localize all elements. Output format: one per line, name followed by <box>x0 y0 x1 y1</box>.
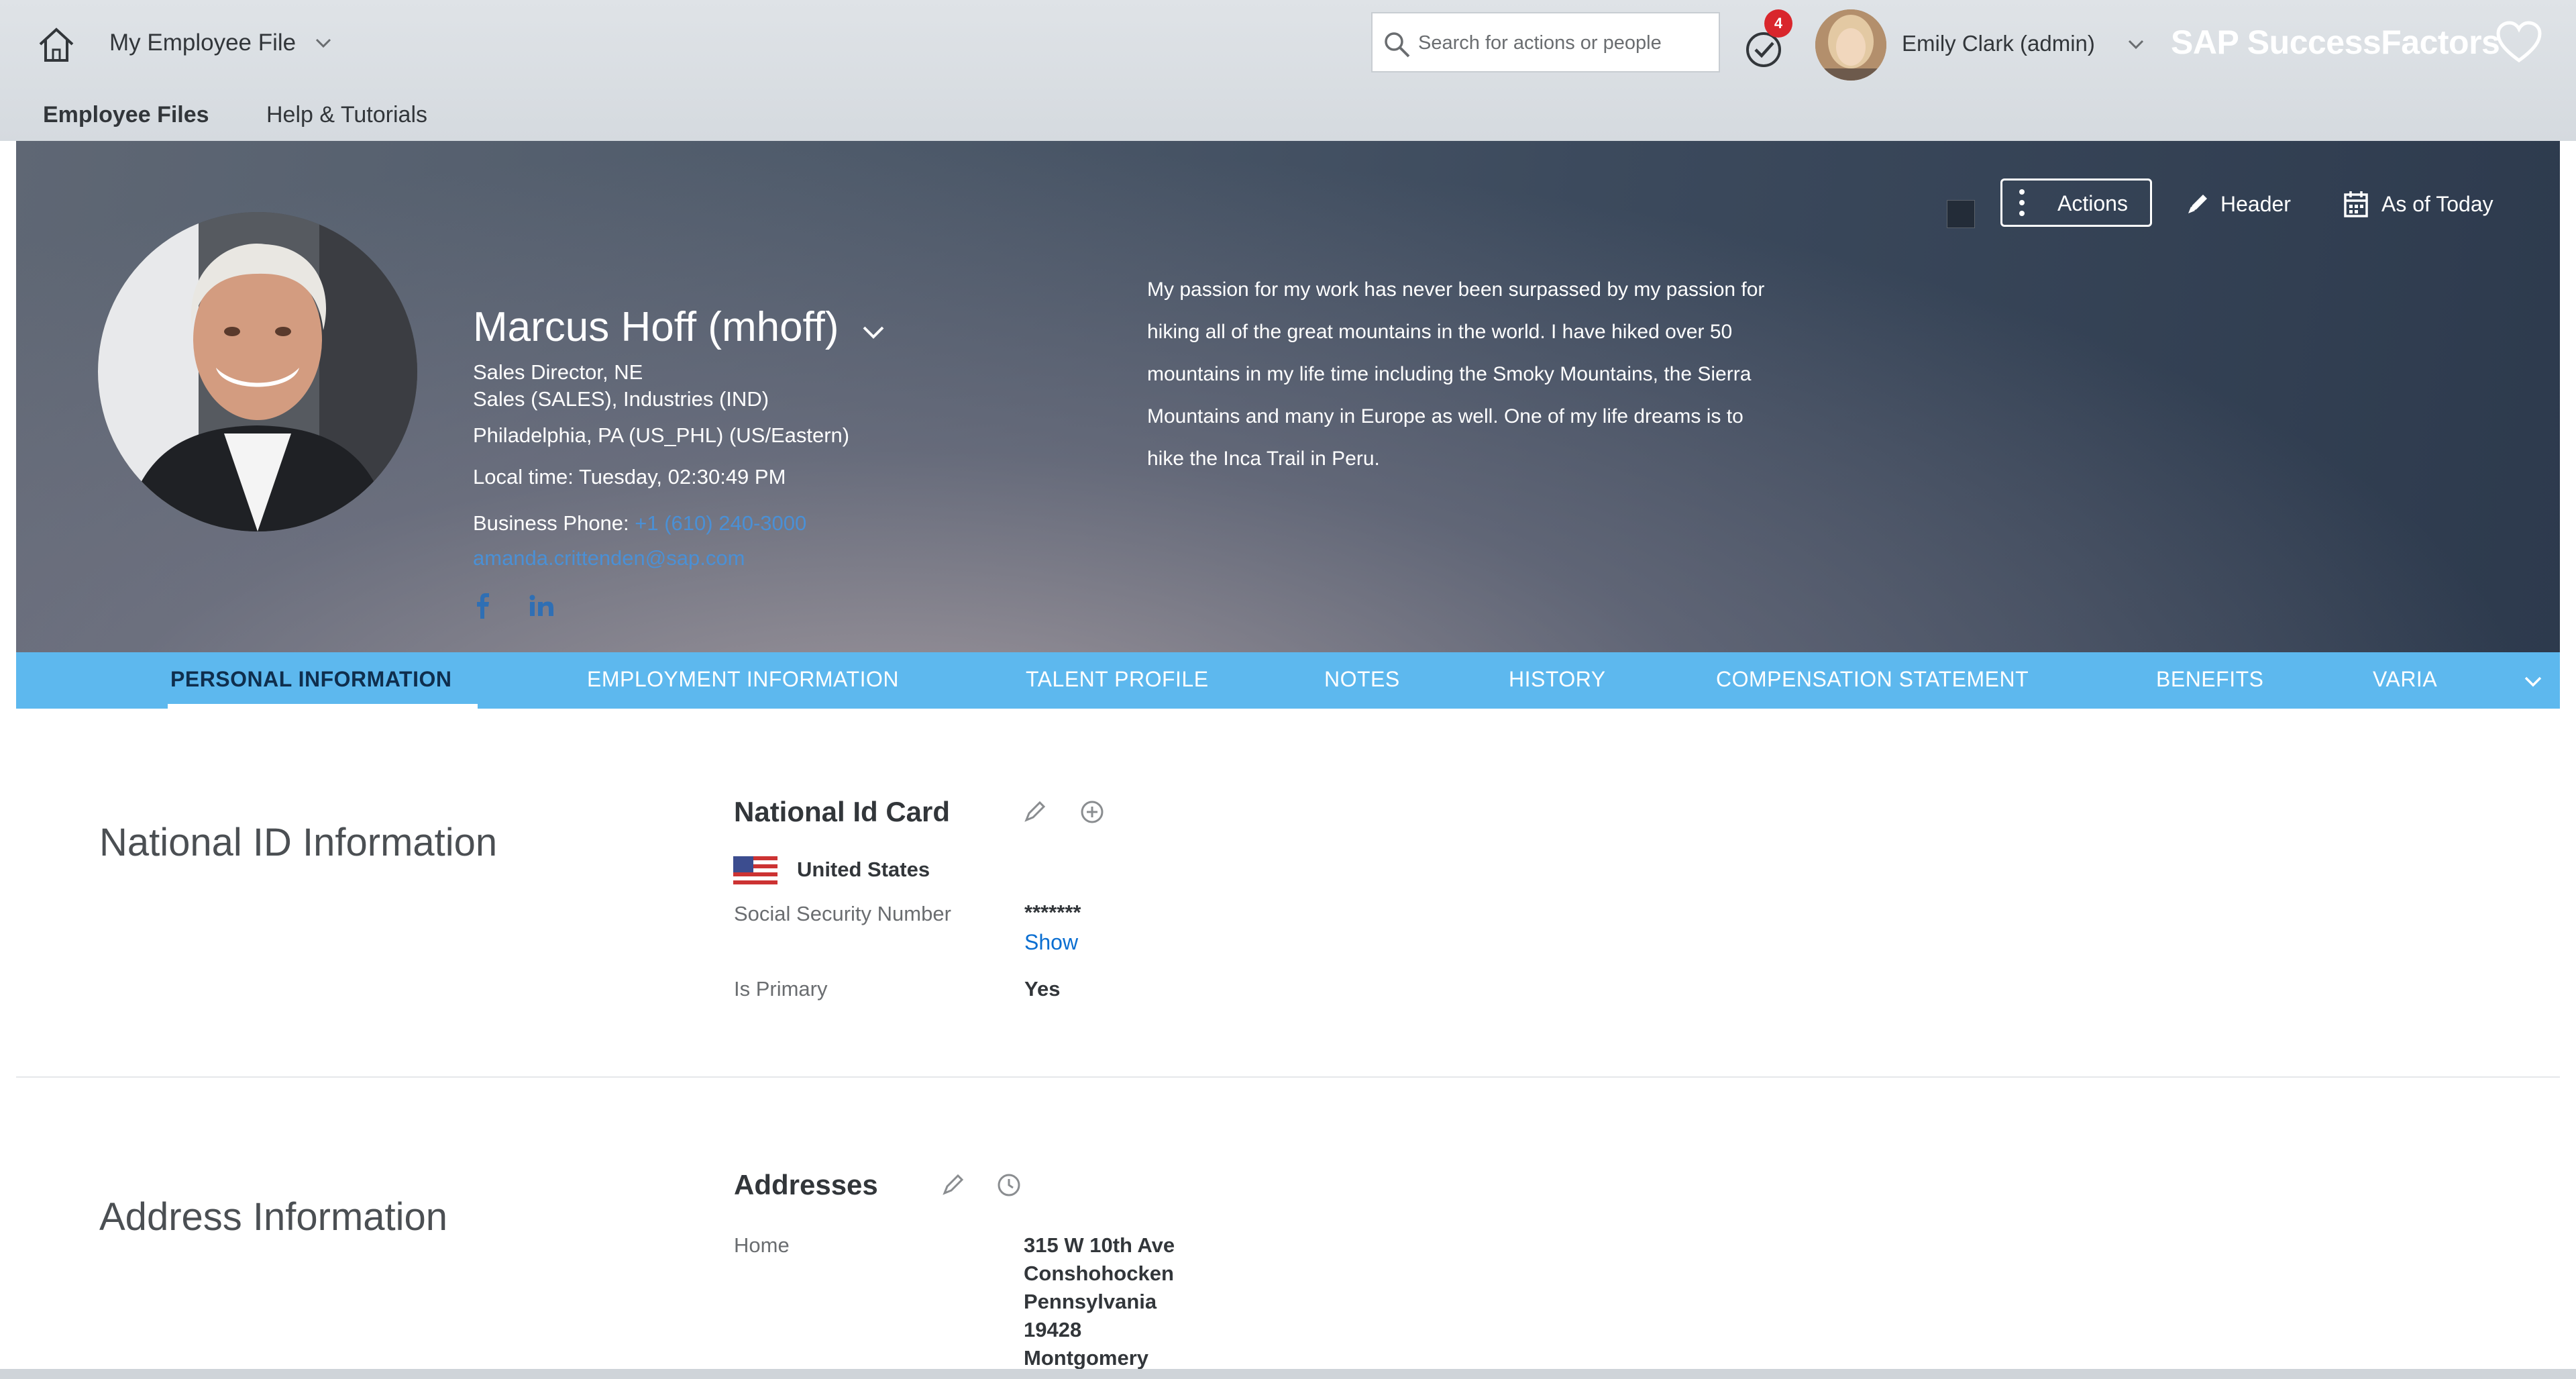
facebook-icon[interactable] <box>472 592 492 619</box>
linkedin-icon[interactable] <box>529 595 555 617</box>
phone-label: Business Phone: <box>473 511 629 535</box>
pencil-icon[interactable] <box>1021 799 1048 825</box>
phone-link[interactable]: +1 (610) 240-3000 <box>635 511 806 535</box>
header-label: Header <box>2220 192 2291 216</box>
chevron-down-icon[interactable] <box>859 317 888 346</box>
ssn-value: ******* <box>1024 901 1081 924</box>
notification-badge: 4 <box>1764 9 1792 38</box>
shell-bar: My Employee File 4 Emily Clark (admin) S… <box>0 0 2576 141</box>
window-bottom-edge <box>0 1369 2576 1379</box>
tab-notes[interactable]: NOTES <box>1324 667 1400 692</box>
address-line: Conshohocken <box>1024 1262 1174 1285</box>
search-field[interactable] <box>1371 12 1720 72</box>
tab-history[interactable]: HISTORY <box>1509 667 1606 692</box>
subnav-help-tutorials[interactable]: Help & Tutorials <box>266 102 427 128</box>
pencil-icon <box>2188 195 2207 213</box>
active-tab-indicator <box>168 704 478 709</box>
employee-location: Philadelphia, PA (US_PHL) (US/Eastern) <box>473 423 850 447</box>
show-ssn-link[interactable]: Show <box>1024 930 1078 955</box>
employee-job-title: Sales Director, NE <box>473 360 643 384</box>
chevron-down-icon[interactable] <box>314 34 333 52</box>
national-id-section-title: National ID Information <box>99 821 498 864</box>
add-icon[interactable] <box>1079 799 1106 825</box>
section-tabs: PERSONAL INFORMATION EMPLOYMENT INFORMAT… <box>16 652 2560 709</box>
history-icon[interactable] <box>996 1172 1022 1198</box>
tab-compensation-statement[interactable]: COMPENSATION STATEMENT <box>1716 667 2029 692</box>
employee-phone-row: Business Phone: +1 (610) 240-3000 <box>473 511 806 535</box>
chevron-down-icon[interactable] <box>2521 670 2545 694</box>
address-line: Montgomery <box>1024 1346 1148 1370</box>
tab-benefits[interactable]: BENEFITS <box>2156 667 2263 692</box>
brand-logo: SAP SuccessFactors <box>2171 23 2500 61</box>
address-section-title: Address Information <box>99 1195 448 1239</box>
address-line: Pennsylvania <box>1024 1290 1157 1313</box>
app-title[interactable]: My Employee File <box>109 30 296 56</box>
is-primary-value: Yes <box>1024 977 1061 1001</box>
pencil-icon[interactable] <box>939 1172 966 1198</box>
home-icon[interactable] <box>35 24 78 66</box>
more-vertical-icon <box>2019 189 2025 216</box>
national-id-card-title: National Id Card <box>734 796 951 827</box>
heart-icon[interactable] <box>2496 20 2542 64</box>
employee-department: Sales (SALES), Industries (IND) <box>473 387 769 411</box>
expand-header-icon[interactable] <box>1947 200 1975 228</box>
employee-photo <box>98 212 417 531</box>
profile-header: Actions Header As of Today Marcus Hoff (… <box>16 141 2560 652</box>
as-of-label: As of Today <box>2381 192 2493 216</box>
actions-button[interactable]: Actions <box>2000 178 2152 227</box>
tab-employment-information[interactable]: EMPLOYMENT INFORMATION <box>587 667 899 692</box>
tab-varia[interactable]: VARIA <box>2373 667 2437 692</box>
email-link[interactable]: amanda.crittenden@sap.com <box>473 546 745 570</box>
tab-personal-information[interactable]: PERSONAL INFORMATION <box>170 667 451 692</box>
calendar-icon <box>2344 191 2368 217</box>
employee-name[interactable]: Marcus Hoff (mhoff) <box>473 303 839 351</box>
search-input[interactable] <box>1417 13 1715 72</box>
addresses-card-title: Addresses <box>734 1169 878 1201</box>
is-primary-label: Is Primary <box>734 977 828 1001</box>
address-line: 315 W 10th Ave <box>1024 1233 1175 1257</box>
id-country: United States <box>797 858 930 881</box>
home-address-label: Home <box>734 1233 790 1257</box>
address-line: 19428 <box>1024 1318 1082 1341</box>
subnav-employee-files[interactable]: Employee Files <box>43 102 209 128</box>
section-divider <box>16 1076 2560 1078</box>
tab-talent-profile[interactable]: TALENT PROFILE <box>1026 667 1209 692</box>
ssn-label: Social Security Number <box>734 902 951 925</box>
employee-local-time: Local time: Tuesday, 02:30:49 PM <box>473 465 786 489</box>
actions-label: Actions <box>2057 191 2128 215</box>
personal-information-content: National ID Information National Id Card… <box>16 709 2560 1370</box>
user-name[interactable]: Emily Clark (admin) <box>1902 31 2095 56</box>
employee-bio: My passion for my work has never been su… <box>1147 278 1765 470</box>
chevron-down-icon[interactable] <box>2127 35 2145 54</box>
user-avatar[interactable] <box>1815 9 1886 81</box>
search-icon[interactable] <box>1382 30 1411 59</box>
us-flag-icon <box>733 856 777 884</box>
